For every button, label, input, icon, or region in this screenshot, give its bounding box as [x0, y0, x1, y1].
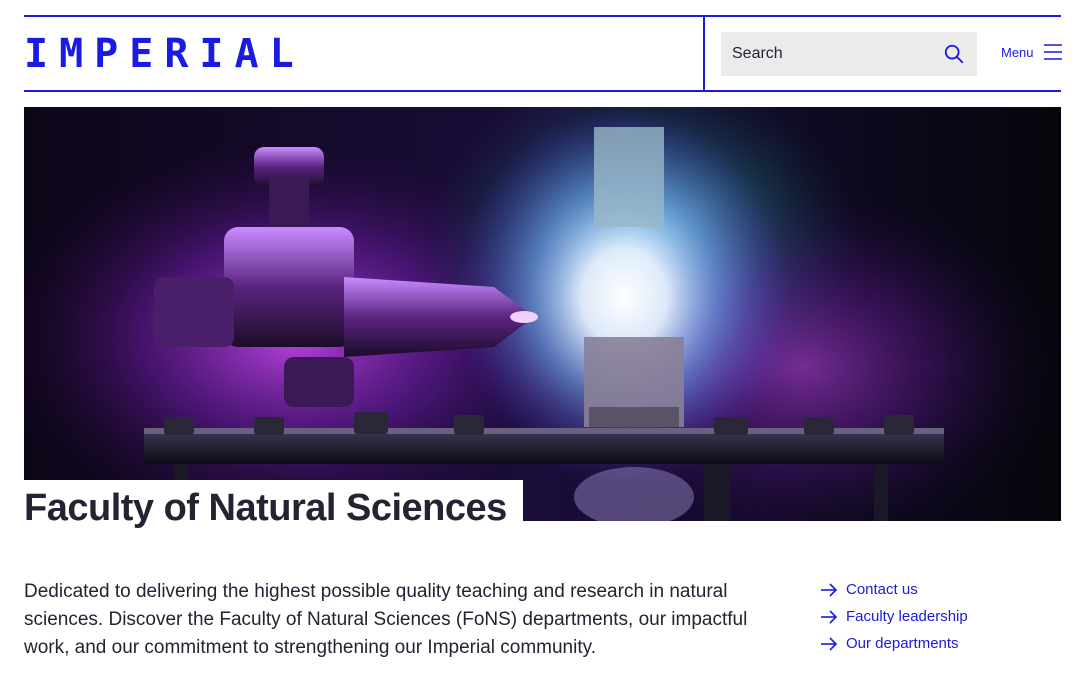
search-icon[interactable]	[943, 43, 965, 65]
arrow-right-icon	[821, 582, 838, 597]
plasma-apparatus-illustration	[24, 107, 1061, 521]
hero-image	[24, 107, 1061, 521]
menu-icon	[1043, 44, 1062, 60]
intro-paragraph: Dedicated to delivering the highest poss…	[24, 581, 748, 658]
menu-button[interactable]: Menu	[1001, 44, 1062, 60]
arrow-right-icon	[821, 609, 838, 624]
page-title: Faculty of Natural Sciences	[24, 487, 507, 529]
search-input[interactable]: Search	[721, 32, 977, 76]
our-departments-link[interactable]: Our departments	[820, 635, 959, 652]
site-header: IMPERIAL Search Menu	[24, 15, 1062, 92]
our-departments-label: Our departments	[846, 635, 959, 652]
imperial-logo[interactable]: IMPERIAL	[24, 34, 305, 74]
quick-link-item: Faculty leadership	[820, 603, 968, 630]
arrow-right-icon	[821, 636, 838, 651]
page-title-box: Faculty of Natural Sciences	[24, 480, 523, 530]
menu-label: Menu	[1001, 44, 1034, 60]
faculty-leadership-link[interactable]: Faculty leadership	[820, 608, 968, 625]
quick-link-item: Our departments	[820, 630, 968, 657]
header-divider	[703, 17, 705, 90]
page: IMPERIAL Search Menu Faculty of Natural …	[0, 0, 1080, 698]
quick-links: Contact us Faculty leadership Our depart…	[820, 576, 968, 657]
faculty-leadership-label: Faculty leadership	[846, 608, 968, 625]
contact-us-link[interactable]: Contact us	[820, 581, 918, 598]
contact-us-label: Contact us	[846, 581, 918, 598]
quick-link-item: Contact us	[820, 576, 968, 603]
search-label: Search	[732, 45, 783, 62]
